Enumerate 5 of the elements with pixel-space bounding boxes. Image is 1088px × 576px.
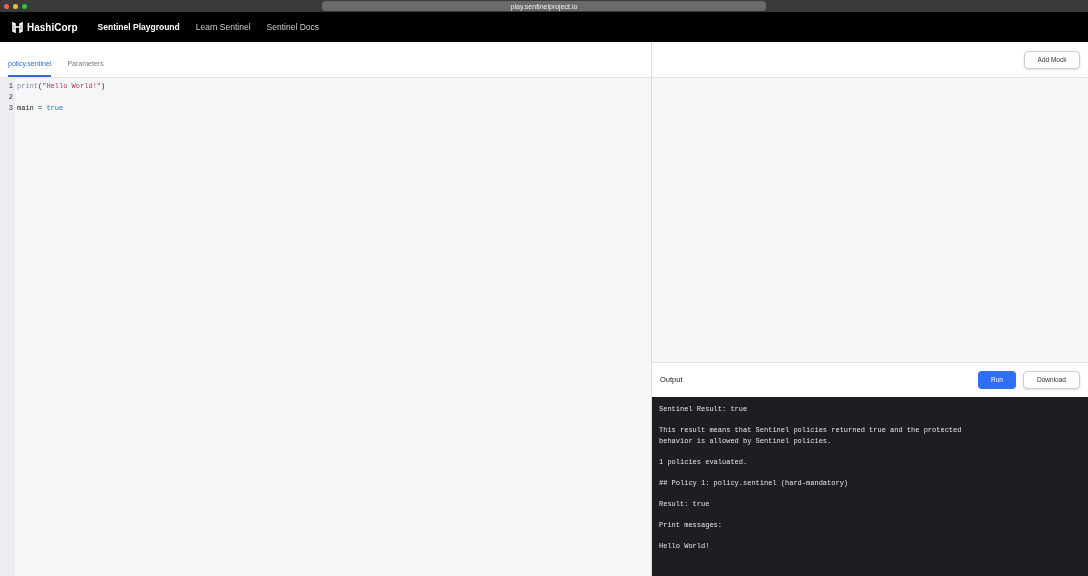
nav-link[interactable]: Learn Sentinel bbox=[195, 20, 251, 34]
nav-link[interactable]: Sentinel Playground bbox=[97, 20, 180, 34]
logo-text: HashiCorp bbox=[27, 20, 78, 35]
nav-link[interactable]: Sentinel Docs bbox=[266, 20, 320, 34]
logo-icon bbox=[12, 21, 23, 33]
